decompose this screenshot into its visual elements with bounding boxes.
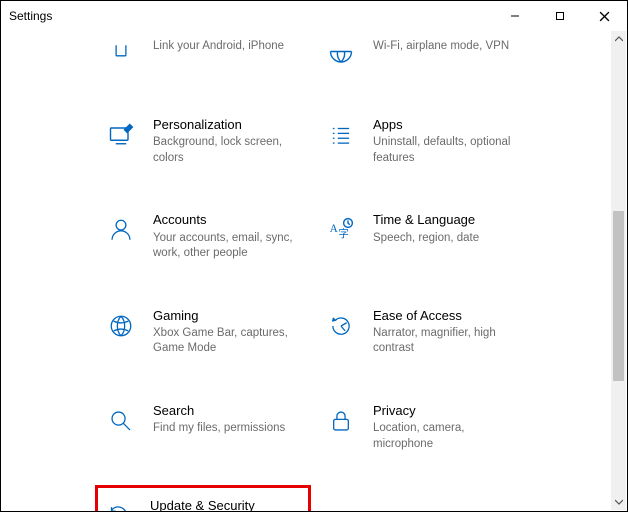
minimize-button[interactable] [492, 1, 537, 31]
apps-icon [325, 119, 357, 151]
time-language-icon: A字 [325, 214, 357, 246]
svg-text:A: A [330, 223, 339, 235]
scroll-thumb[interactable] [613, 211, 624, 381]
tile-accounts[interactable]: Accounts Your accounts, email, sync, wor… [101, 206, 311, 267]
tile-sub: Narrator, magnifier, high contrast [373, 326, 527, 357]
tile-phone[interactable]: Link your Android, iPhone [101, 31, 311, 77]
tile-search[interactable]: Search Find my files, permissions [101, 397, 311, 458]
tile-sub: Link your Android, iPhone [153, 39, 307, 55]
svg-text:字: 字 [338, 227, 349, 240]
settings-window: Settings Link your Android, iPhone [0, 0, 628, 512]
phone-icon [105, 39, 137, 71]
globe-icon [325, 39, 357, 71]
tile-title: Ease of Access [373, 308, 527, 324]
tile-sub: Find my files, permissions [153, 421, 307, 437]
tile-privacy[interactable]: Privacy Location, camera, microphone [321, 397, 531, 458]
scroll-down-arrow[interactable] [611, 494, 626, 510]
tile-title: Apps [373, 117, 527, 133]
tile-title: Time & Language [373, 212, 527, 228]
tile-gaming[interactable]: Gaming Xbox Game Bar, captures, Game Mod… [101, 302, 311, 363]
tile-sub: Location, camera, microphone [373, 421, 527, 452]
settings-grid: Link your Android, iPhone Wi-Fi, airplan… [101, 31, 611, 511]
tile-sub: Wi-Fi, airplane mode, VPN [373, 39, 527, 55]
tile-apps[interactable]: Apps Uninstall, defaults, optional featu… [321, 111, 531, 172]
tile-title: Privacy [373, 403, 527, 419]
maximize-button[interactable] [537, 1, 582, 31]
content-area: Link your Android, iPhone Wi-Fi, airplan… [1, 31, 611, 511]
scroll-up-arrow[interactable] [611, 31, 626, 47]
personalization-icon [105, 119, 137, 151]
search-icon [105, 405, 137, 437]
tile-sub: Your accounts, email, sync, work, other … [153, 231, 307, 262]
tile-ease-of-access[interactable]: Ease of Access Narrator, magnifier, high… [321, 302, 531, 363]
tile-sub: Speech, region, date [373, 231, 527, 247]
tile-title: Search [153, 403, 307, 419]
tile-network[interactable]: Wi-Fi, airplane mode, VPN [321, 31, 531, 77]
update-security-icon [102, 500, 134, 511]
close-button[interactable] [582, 1, 627, 31]
tile-sub: Background, lock screen, colors [153, 135, 307, 166]
tile-personalization[interactable]: Personalization Background, lock screen,… [101, 111, 311, 172]
tile-time-language[interactable]: A字 Time & Language Speech, region, date [321, 206, 531, 267]
ease-of-access-icon [325, 310, 357, 342]
privacy-icon [325, 405, 357, 437]
tile-title: Gaming [153, 308, 307, 324]
vertical-scrollbar[interactable] [611, 31, 626, 510]
accounts-icon [105, 214, 137, 246]
titlebar: Settings [1, 1, 627, 31]
tile-title: Update & Security [150, 498, 304, 511]
gaming-icon [105, 310, 137, 342]
tile-sub: Xbox Game Bar, captures, Game Mode [153, 326, 307, 357]
tile-update-security[interactable]: Update & Security Windows Update, recove… [95, 485, 311, 511]
window-title: Settings [9, 9, 52, 23]
tile-sub: Uninstall, defaults, optional features [373, 135, 527, 166]
tile-title: Accounts [153, 212, 307, 228]
tile-title: Personalization [153, 117, 307, 133]
